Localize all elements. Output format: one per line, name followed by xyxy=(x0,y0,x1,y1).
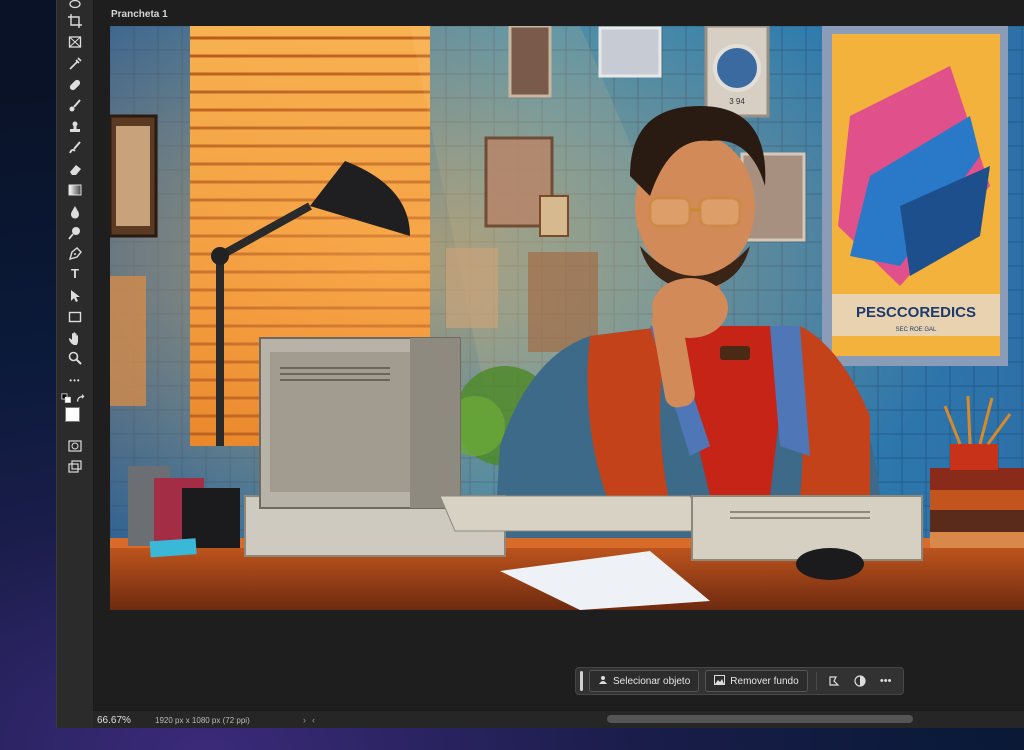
document-info: 1920 px x 1080 px (72 ppi) xyxy=(155,715,250,725)
eraser-icon[interactable] xyxy=(65,160,85,178)
image-icon xyxy=(714,674,726,688)
poster-subtitle-text: SEC ROE GAL xyxy=(896,327,937,333)
hand-icon[interactable] xyxy=(65,329,85,347)
quick-mask-icon[interactable] xyxy=(65,437,85,455)
remove-background-label: Remover fundo xyxy=(730,675,799,687)
adjustment-icon[interactable] xyxy=(849,670,871,692)
eyedropper-icon[interactable] xyxy=(65,55,85,73)
transform-icon[interactable] xyxy=(823,670,845,692)
more-tools-icon[interactable]: ••• xyxy=(65,371,85,389)
select-subject-label: Selecionar objeto xyxy=(613,675,691,687)
tools-panel: T ••• xyxy=(57,0,94,728)
clone-stamp-icon[interactable] xyxy=(65,118,85,136)
taskbar-separator xyxy=(815,672,817,690)
foreground-color-swatch[interactable] xyxy=(65,407,80,422)
photoshop-window: T ••• Prancheta 1 3 94 PESCCOREDICS SEC … xyxy=(56,0,1024,728)
default-colors-icon[interactable] xyxy=(61,390,73,408)
poster-title-text: PESCCOREDICS xyxy=(856,304,976,321)
select-subject-button[interactable]: Selecionar objeto xyxy=(589,670,700,692)
swap-colors-icon[interactable] xyxy=(75,390,87,408)
chevron-left-icon[interactable]: ‹ xyxy=(312,715,315,725)
blur-icon[interactable] xyxy=(65,203,85,221)
clock-caption-text: 3 94 xyxy=(729,97,745,106)
gradient-icon[interactable] xyxy=(65,181,85,199)
screen-mode-icon[interactable] xyxy=(65,458,85,476)
remove-background-button[interactable]: Remover fundo xyxy=(705,670,808,692)
chevron-right-icon[interactable]: › xyxy=(303,715,306,725)
pen-icon[interactable] xyxy=(65,245,85,263)
zoom-icon[interactable] xyxy=(65,349,85,367)
horizontal-scrollbar[interactable] xyxy=(607,715,913,723)
taskbar-drag-handle[interactable] xyxy=(580,671,583,691)
zoom-level[interactable]: 66.67% xyxy=(97,715,149,726)
healing-brush-icon[interactable] xyxy=(65,76,85,94)
more-options-icon[interactable]: ••• xyxy=(875,670,897,692)
retro-office-illustration: 3 94 PESCCOREDICS SEC ROE GAL xyxy=(110,26,1024,610)
canvas-image[interactable]: 3 94 PESCCOREDICS SEC ROE GAL xyxy=(110,26,1024,610)
dodge-icon[interactable] xyxy=(65,224,85,242)
contextual-taskbar: Selecionar objeto Remover fundo ••• xyxy=(575,667,904,695)
person-icon xyxy=(598,675,608,688)
history-brush-icon[interactable] xyxy=(65,139,85,157)
frame-icon[interactable] xyxy=(65,33,85,51)
type-icon[interactable]: T xyxy=(65,265,85,283)
status-bar: 66.67% 1920 px x 1080 px (72 ppi) › ‹ xyxy=(93,710,1024,728)
brush-icon[interactable] xyxy=(65,97,85,115)
path-selection-icon[interactable] xyxy=(65,287,85,305)
document-area: Prancheta 1 3 94 PESCCOREDICS SEC ROE GA… xyxy=(94,0,1024,710)
rectangle-icon[interactable] xyxy=(65,308,85,326)
crop-icon[interactable] xyxy=(65,12,85,30)
artboard-label[interactable]: Prancheta 1 xyxy=(111,9,168,20)
